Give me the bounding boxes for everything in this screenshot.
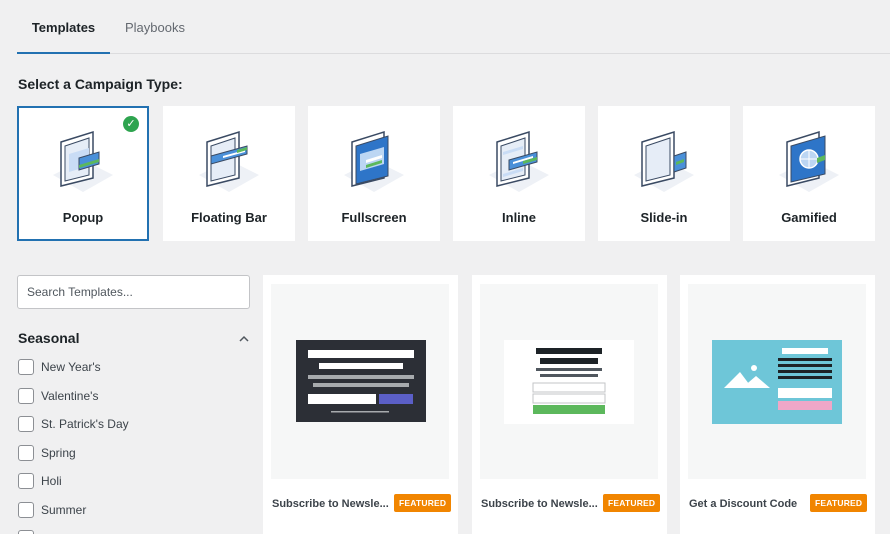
checkbox[interactable] bbox=[18, 445, 34, 461]
template-thumbnail bbox=[504, 340, 634, 424]
template-thumbnail bbox=[296, 340, 426, 422]
campaign-type-gamified[interactable]: Gamified bbox=[743, 106, 875, 241]
campaign-type-popup[interactable]: ✓ Popup bbox=[17, 106, 149, 241]
campaign-type-label: Slide-in bbox=[640, 210, 688, 225]
campaign-type-slide-in[interactable]: Slide-in bbox=[598, 106, 730, 241]
inline-icon bbox=[489, 130, 549, 192]
campaign-type-heading: Select a Campaign Type: bbox=[18, 76, 183, 92]
checkbox[interactable] bbox=[18, 473, 34, 489]
popup-icon bbox=[53, 130, 113, 192]
seasonal-filter-title: Seasonal bbox=[18, 330, 80, 346]
campaign-type-label: Floating Bar bbox=[191, 210, 267, 225]
template-preview bbox=[271, 284, 449, 479]
filter-label: Summer bbox=[41, 503, 87, 517]
selected-check-icon: ✓ bbox=[123, 116, 139, 132]
campaign-type-label: Inline bbox=[502, 210, 536, 225]
campaign-type-floating-bar[interactable]: Floating Bar bbox=[163, 106, 295, 241]
checkbox[interactable] bbox=[18, 530, 34, 534]
template-card[interactable]: Subscribe to Newsle... FEATURED bbox=[472, 275, 667, 534]
template-thumbnail bbox=[712, 340, 842, 424]
search-templates-input[interactable] bbox=[17, 275, 250, 309]
template-preview bbox=[480, 284, 658, 479]
featured-badge: FEATURED bbox=[603, 494, 661, 512]
featured-badge: FEATURED bbox=[394, 494, 452, 512]
filter-label: Spring bbox=[41, 446, 76, 460]
template-title: Subscribe to Newsle... bbox=[272, 498, 389, 510]
gamified-icon bbox=[779, 130, 839, 192]
template-title: Get a Discount Code bbox=[689, 498, 798, 510]
checkbox[interactable] bbox=[18, 502, 34, 518]
checkbox[interactable] bbox=[18, 416, 34, 432]
template-card[interactable]: Get a Discount Code FEATURED bbox=[680, 275, 875, 534]
checkbox[interactable] bbox=[18, 388, 34, 404]
campaign-type-label: Gamified bbox=[781, 210, 837, 225]
seasonal-filter-header[interactable]: Seasonal bbox=[18, 330, 252, 348]
filter-label: Valentine's bbox=[41, 389, 99, 403]
chevron-up-icon[interactable] bbox=[238, 333, 250, 345]
featured-badge: FEATURED bbox=[810, 494, 868, 512]
tab-bar: Templates Playbooks bbox=[17, 0, 890, 54]
template-preview bbox=[688, 284, 866, 479]
checkbox[interactable] bbox=[18, 359, 34, 375]
template-title: Subscribe to Newsle... bbox=[481, 498, 598, 510]
campaign-type-label: Fullscreen bbox=[341, 210, 407, 225]
floating-bar-icon bbox=[199, 130, 259, 192]
tab-playbooks[interactable]: Playbooks bbox=[125, 0, 185, 54]
tab-templates[interactable]: Templates bbox=[17, 0, 110, 54]
filter-label: Holi bbox=[41, 474, 62, 488]
filter-label: St. Patrick's Day bbox=[41, 417, 129, 431]
template-card[interactable]: Subscribe to Newsle... FEATURED bbox=[263, 275, 458, 534]
fullscreen-icon bbox=[344, 130, 404, 192]
campaign-type-inline[interactable]: Inline bbox=[453, 106, 585, 241]
slide-in-icon bbox=[634, 130, 694, 192]
campaign-type-fullscreen[interactable]: Fullscreen bbox=[308, 106, 440, 241]
filter-label: New Year's bbox=[41, 360, 101, 374]
campaign-type-label: Popup bbox=[62, 210, 104, 225]
